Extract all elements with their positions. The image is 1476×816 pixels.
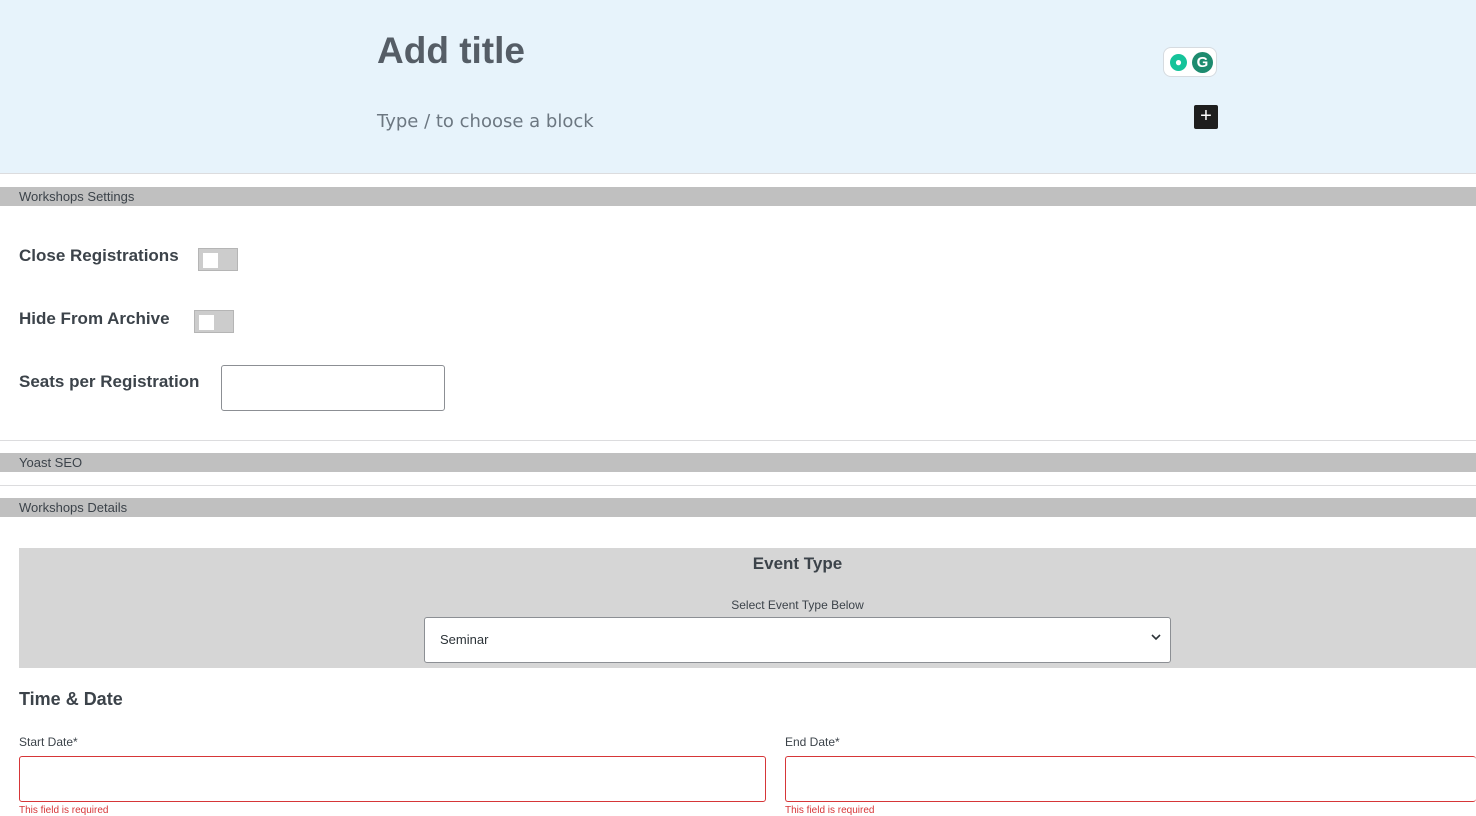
toggle-knob: [199, 315, 214, 330]
seats-per-registration-label: Seats per Registration: [19, 372, 200, 391]
close-registrations-label: Close Registrations: [19, 246, 179, 265]
start-date-error: This field is required: [19, 805, 109, 816]
hide-from-archive-label: Hide From Archive: [19, 309, 170, 328]
block-placeholder[interactable]: Type / to choose a block: [377, 111, 594, 132]
grammarly-g-icon[interactable]: G: [1192, 52, 1213, 73]
hide-from-archive-toggle[interactable]: [194, 310, 234, 333]
yoast-seo-header[interactable]: Yoast SEO: [0, 453, 1476, 472]
end-date-label: End Date*: [785, 735, 840, 749]
event-type-box: Event Type Select Event Type Below Semin…: [19, 548, 1476, 668]
event-type-title: Event Type: [752, 554, 843, 573]
panel-title: Workshops Details: [19, 500, 128, 515]
panel-title: Yoast SEO: [19, 455, 83, 470]
lightbulb-icon[interactable]: ●: [1170, 54, 1187, 71]
chevron-down-icon: [1150, 630, 1162, 646]
add-block-button[interactable]: +: [1194, 105, 1218, 129]
workshops-settings-header[interactable]: Workshops Settings: [0, 187, 1476, 206]
event-type-selected-value: Seminar: [440, 632, 489, 647]
start-date-label: Start Date*: [19, 735, 78, 749]
panel-title: Workshops Settings: [19, 189, 135, 204]
divider: [0, 485, 1476, 486]
seats-per-registration-input[interactable]: [221, 365, 445, 411]
event-type-select[interactable]: Seminar: [424, 617, 1171, 663]
end-date-input[interactable]: [785, 756, 1476, 802]
toggle-knob: [203, 253, 218, 268]
time-date-title: Time & Date: [19, 689, 123, 709]
start-date-input[interactable]: [19, 756, 766, 802]
block-editor-area: Add title Type / to choose a block ● G +: [0, 0, 1476, 174]
post-title-input[interactable]: Add title: [377, 30, 525, 72]
close-registrations-toggle[interactable]: [198, 248, 238, 271]
workshops-details-header[interactable]: Workshops Details: [0, 498, 1476, 517]
divider: [0, 440, 1476, 441]
event-type-subtitle: Select Event Type Below: [731, 598, 864, 612]
grammarly-widget[interactable]: ● G: [1163, 47, 1217, 77]
end-date-error: This field is required: [785, 805, 875, 816]
